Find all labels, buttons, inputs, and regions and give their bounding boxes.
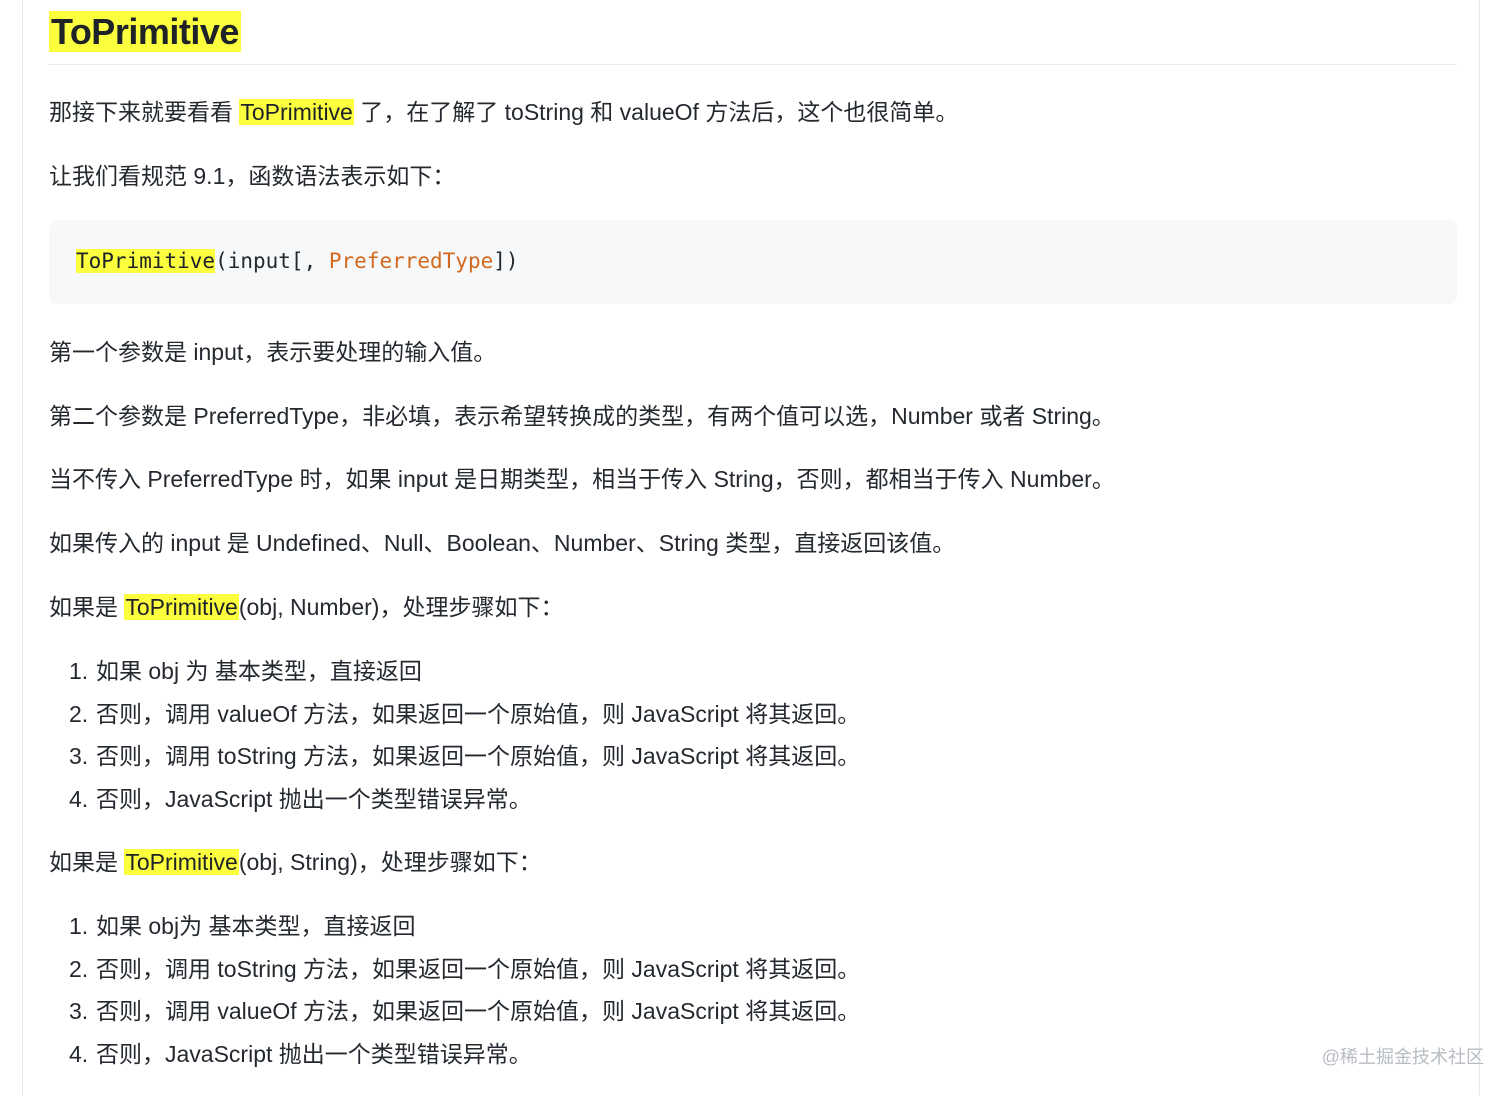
list-item: 3. 否则，调用 toString 方法，如果返回一个原始值，则 JavaScri… [69,735,860,778]
code-args-open: (input[, [215,249,329,273]
intro-text-post: 了，在了解了 toString 和 valueOf 方法后，这个也很简单。 [353,99,959,125]
list-item: 1. 如果 obj 为 基本类型，直接返回 [69,650,860,693]
primitive-rule-paragraph: 如果传入的 input 是 Undefined、Null、Boolean、Num… [49,530,956,556]
article-card: ToPrimitive 那接下来就要看看 ToPrimitive 了，在了解了 … [22,0,1480,1095]
list-item: 2. 否则，调用 toString 方法，如果返回一个原始值，则 JavaScri… [69,948,860,991]
number-case-paragraph: 如果是 ToPrimitive(obj, Number)，处理步骤如下： [49,591,563,623]
param1-paragraph: 第一个参数是 input，表示要处理的输入值。 [49,339,497,365]
list-item-text: 否则，调用 toString 方法，如果返回一个原始值，则 JavaScript… [96,743,861,769]
list-item-text: 否则，调用 toString 方法，如果返回一个原始值，则 JavaScript… [96,955,861,982]
number-case-highlight: ToPrimitive [124,594,239,620]
list-item-number: 2. [69,700,89,727]
default-rule-paragraph: 当不传入 PreferredType 时，如果 input 是日期类型，相当于传… [49,466,1115,492]
watermark: @稀土掘金技术社区 [1321,1047,1484,1067]
list-item-number: 1. [69,913,89,939]
string-case-paragraph: 如果是 ToPrimitive(obj, String)，处理步骤如下： [49,846,542,878]
code-line: ToPrimitive(input[, PreferredType]) [76,246,519,276]
list-item-text: 如果 obj为 基本类型，直接返回 [96,913,416,939]
list-item-number: 1. [69,658,89,684]
list-item-number: 3. [69,743,89,769]
section-heading: ToPrimitive [49,10,241,54]
code-param: PreferredType [328,249,494,273]
list-item: 1. 如果 obj为 基本类型，直接返回 [69,905,860,948]
list-item-text: 否则，JavaScript 抛出一个类型错误异常。 [96,1040,532,1067]
list-item-text: 否则，JavaScript 抛出一个类型错误异常。 [96,785,532,812]
list-item: 4. 否则，JavaScript 抛出一个类型错误异常。 [69,1033,860,1076]
list-item-number: 4. [69,785,89,812]
intro-text-pre: 那接下来就要看看 [49,99,240,125]
number-case-post: (obj, Number)，处理步骤如下： [238,594,564,620]
list-item-text: 否则，调用 valueOf 方法，如果返回一个原始值，则 JavaScript … [96,700,861,727]
list-item: 4. 否则，JavaScript 抛出一个类型错误异常。 [69,778,860,821]
heading-highlight: ToPrimitive [49,11,241,52]
list-item: 3. 否则，调用 valueOf 方法，如果返回一个原始值，则 JavaScrip… [69,990,860,1033]
number-steps-list: 1. 如果 obj 为 基本类型，直接返回 2. 否则，调用 valueOf 方法，… [69,650,860,820]
intro-paragraph: 那接下来就要看看 ToPrimitive 了，在了解了 toString 和 v… [49,96,958,128]
page: ToPrimitive 那接下来就要看看 ToPrimitive 了，在了解了 … [0,0,1512,1095]
param2-paragraph: 第二个参数是 PreferredType，非必填，表示希望转换成的类型，有两个值… [49,403,1115,429]
spec-paragraph: 让我们看规范 9.1，函数语法表示如下： [49,163,456,189]
heading-divider [49,64,1457,65]
code-function-name: ToPrimitive [76,249,216,273]
string-case-post: (obj, String)，处理步骤如下： [238,849,542,875]
list-item-number: 4. [69,1040,89,1067]
intro-highlight: ToPrimitive [239,99,354,125]
number-case-pre: 如果是 [49,594,125,620]
list-item-number: 2. [69,955,89,982]
list-item-number: 3. [69,998,89,1024]
list-item: 2. 否则，调用 valueOf 方法，如果返回一个原始值，则 JavaScrip… [69,693,860,736]
string-steps-list: 1. 如果 obj为 基本类型，直接返回 2. 否则，调用 toString 方法，… [69,905,860,1075]
list-item-text: 否则，调用 valueOf 方法，如果返回一个原始值，则 JavaScript … [96,998,861,1024]
string-case-highlight: ToPrimitive [124,849,239,875]
string-case-pre: 如果是 [49,849,125,875]
code-block[interactable]: ToPrimitive(input[, PreferredType]) [49,220,1457,304]
list-item-text: 如果 obj 为 基本类型，直接返回 [96,658,422,684]
code-args-close: ]) [493,249,519,273]
